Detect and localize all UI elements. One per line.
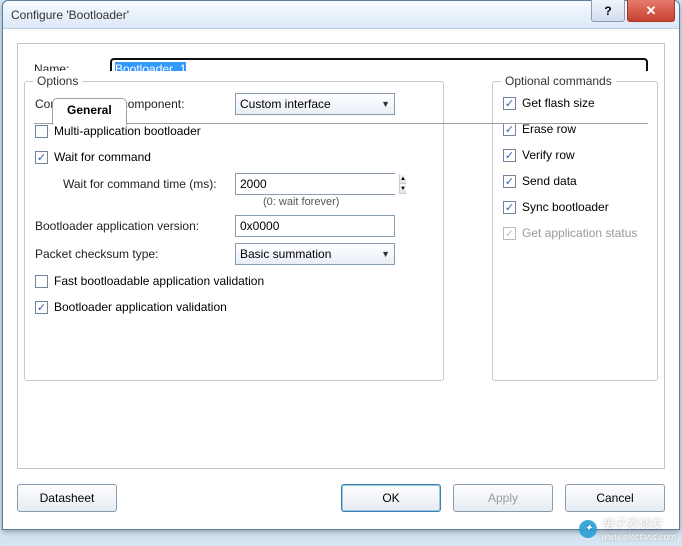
send-data-checkbox[interactable]: ✓Send data [503,168,647,194]
chevron-down-icon: ▼ [381,99,390,109]
cancel-button[interactable]: Cancel [565,484,665,512]
dialog-window: Configure 'Bootloader' ? ✕ Name: General… [2,0,680,530]
wait-time-input[interactable]: ▲ ▼ [235,173,395,195]
wait-for-command-checkbox[interactable]: ✓ Wait for command [35,144,433,170]
watermark-logo-icon: ✦ [579,520,597,538]
wait-time-hint: (0: wait forever) [263,196,433,208]
checksum-type-select[interactable]: Basic summation ▼ [235,243,395,265]
help-button[interactable]: ? [591,0,625,22]
chevron-down-icon: ▼ [381,249,390,259]
optcmd-legend: Optional commands [501,74,616,88]
comm-component-select[interactable]: Custom interface ▼ [235,93,395,115]
verify-row-checkbox[interactable]: ✓Verify row [503,142,647,168]
options-group: Options Communication component: Custom … [24,81,444,381]
titlebar: Configure 'Bootloader' ? ✕ [3,1,679,29]
erase-row-checkbox[interactable]: ✓Erase row [503,116,647,142]
optional-commands-group: Optional commands ✓Get flash size ✓Erase… [492,81,658,381]
watermark: ✦ 电子发烧友 www.elecfans.com [579,515,676,542]
apply-button[interactable]: Apply [453,484,553,512]
get-flash-checkbox[interactable]: ✓Get flash size [503,90,647,116]
wait-time-label: Wait for command time (ms): [63,177,235,191]
options-legend: Options [33,74,82,88]
spin-down-icon[interactable]: ▼ [400,184,406,194]
ok-button[interactable]: OK [341,484,441,512]
app-version-label: Bootloader application version: [35,219,235,233]
fast-validation-checkbox[interactable]: Fast bootloadable application validation [35,268,433,294]
tab-panel: Options Communication component: Custom … [18,71,664,468]
datasheet-button[interactable]: Datasheet [17,484,117,512]
window-title: Configure 'Bootloader' [11,8,129,22]
bootloader-validation-checkbox[interactable]: ✓ Bootloader application validation [35,294,433,320]
checksum-type-label: Packet checksum type: [35,247,235,261]
get-app-status-checkbox: ✓Get application status [503,220,647,246]
sync-bootloader-checkbox[interactable]: ✓Sync bootloader [503,194,647,220]
close-button[interactable]: ✕ [627,0,675,22]
tab-general[interactable]: General [52,98,127,125]
app-version-input[interactable] [235,215,395,237]
spin-up-icon[interactable]: ▲ [400,174,406,184]
button-bar: Datasheet OK Apply Cancel [17,481,665,515]
content-panel: Name: General Built-in ◁ ▷ Options Commu… [17,43,665,469]
